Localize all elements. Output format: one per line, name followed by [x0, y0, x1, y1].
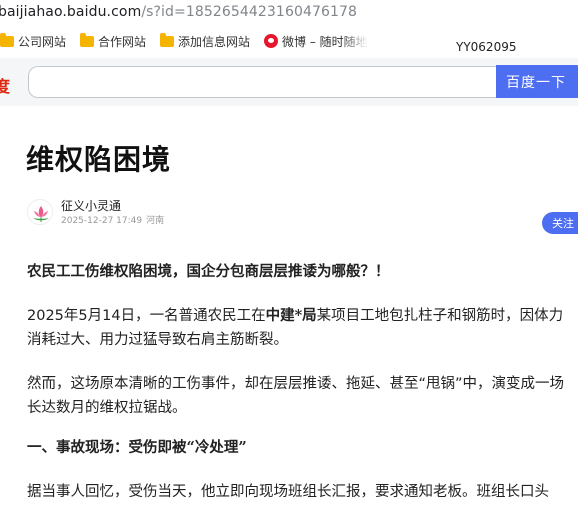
- bookmark-company-site[interactable]: 公司网站: [0, 32, 67, 50]
- search-input[interactable]: [28, 66, 498, 98]
- bookmark-weibo[interactable]: 微博 – 随时随地: [264, 33, 368, 50]
- folder-icon: [160, 32, 175, 47]
- paragraph-line: 2025年5月14日，一名普通农民工在中建*局某项目工地包扎柱子和钢筋时，因体力: [27, 304, 563, 328]
- baidu-logo[interactable]: 度: [0, 73, 10, 97]
- bookmark-partner-site[interactable]: 合作网站: [80, 32, 147, 50]
- publish-location: 河南: [146, 216, 165, 226]
- paragraph-text: 2025年5月14日，一名普通农民工在: [27, 308, 266, 324]
- section-heading: 一、事故现场：受伤即被“冷处理”: [27, 439, 247, 456]
- bookmark-label: 公司网站: [18, 34, 67, 49]
- bookmark-label: 添加信息网站: [178, 34, 251, 49]
- folder-icon: [0, 32, 14, 47]
- paragraph-line: 长达数月的维权拉锯战。: [27, 400, 187, 416]
- publish-date: 2025-12-27 17:49: [61, 216, 143, 226]
- paragraph-line: 据当事人回忆，受伤当天，他立即向现场班组长汇报，要求通知老板。班组长口头: [27, 484, 549, 500]
- bookmark-label: 微博 – 随时随地: [282, 34, 368, 49]
- author-avatar[interactable]: [27, 199, 53, 225]
- paragraph-text: 某项目工地包扎柱子和钢筋时，因体力: [316, 308, 564, 324]
- follow-button[interactable]: 关注: [542, 212, 578, 234]
- search-header: 度 百度一下: [0, 58, 578, 106]
- lotus-icon: [33, 206, 49, 222]
- article-meta: 2025-12-27 17:49 河南: [61, 213, 164, 226]
- author-name[interactable]: 征义小灵通: [61, 197, 121, 214]
- article-lead: 农民工工伤维权陷困境，国企分包商层层推诿为哪般？！: [27, 263, 390, 280]
- url-host: baijiahao.baidu.com: [0, 4, 142, 20]
- bookmark-add-info-site[interactable]: 添加信息网站: [160, 32, 251, 50]
- bookmark-label: 合作网站: [98, 34, 147, 49]
- article-title: 维权陷困境: [26, 143, 172, 176]
- address-bar[interactable]: baijiahao.baidu.com/s?id=185265442316047…: [0, 0, 578, 24]
- search-button[interactable]: 百度一下: [496, 65, 578, 98]
- url-text[interactable]: baijiahao.baidu.com/s?id=185265442316047…: [0, 4, 357, 20]
- weibo-icon: [264, 34, 279, 48]
- overlay-id-text: YY062095: [456, 40, 517, 54]
- folder-icon: [80, 32, 95, 47]
- url-path: /s?id=1852654423160476178: [141, 4, 357, 20]
- company-name: 中建*局: [265, 307, 317, 324]
- paragraph-line: 然而，这场原本清晰的工伤事件，却在层层推诿、拖延、甚至“甩锅”中，演变成一场: [27, 376, 565, 392]
- paragraph-line: 消耗过大、用力过猛导致右肩主筋断裂。: [27, 332, 288, 348]
